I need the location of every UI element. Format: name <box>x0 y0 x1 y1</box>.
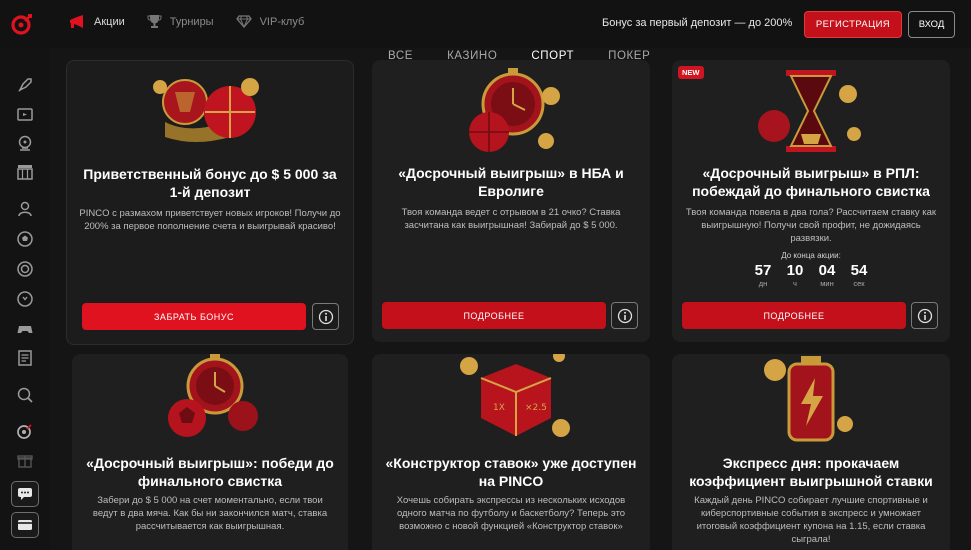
details-button[interactable]: ПОДРОБНЕЕ <box>382 302 606 329</box>
info-button[interactable] <box>312 303 339 330</box>
details-button[interactable]: ПОДРОБНЕЕ <box>682 302 906 329</box>
info-button[interactable] <box>611 302 638 329</box>
nav-tournaments-label: Турниры <box>169 15 214 28</box>
card-description: Забери до $ 5 000 на счет моментально, е… <box>92 495 328 532</box>
new-badge: NEW <box>678 66 704 79</box>
battery-art <box>751 354 871 446</box>
promo-card: «Досрочный выигрыш» в НБА и Евролиге Тво… <box>372 60 650 342</box>
countdown-hours: 10 ч <box>786 262 804 289</box>
card-title: «Конструктор ставок» уже доступен на PIN… <box>385 455 637 489</box>
chat-icon[interactable] <box>11 481 39 507</box>
stopwatch-icon[interactable] <box>14 288 36 310</box>
promo-card: 1X ×2.5 «Конструктор ставок» уже доступе… <box>372 354 650 550</box>
promo-card: Приветственный бонус до $ 5 000 за 1-й д… <box>66 60 354 345</box>
svg-text:×2.5: ×2.5 <box>525 403 547 413</box>
nav-vip[interactable]: VIP-клуб <box>235 15 305 28</box>
promo-card: NEW «Досрочный выигрыш» в РПЛ: побеждай … <box>672 60 950 342</box>
dealer-icon[interactable] <box>14 198 36 220</box>
info-icon <box>617 308 632 323</box>
rocket-icon[interactable] <box>14 74 36 96</box>
page: Акции Турниры VIP-клуб Бонус за первый д… <box>0 0 971 550</box>
register-button[interactable]: РЕГИСТРАЦИЯ <box>804 11 902 38</box>
card-title: Экспресс дня: прокачаем коэффициент выиг… <box>689 455 933 489</box>
promo-card: «Досрочный выигрыш»: победи до финальног… <box>72 354 348 550</box>
countdown-timer: 57 дн 10 ч 04 мин 54 сек <box>672 262 950 289</box>
nav-promotions[interactable]: Акции <box>68 14 125 29</box>
trophy-icon <box>147 14 162 29</box>
balls-trophy-art <box>135 67 285 157</box>
gamepad-icon[interactable] <box>14 318 36 340</box>
login-button[interactable]: ВХОД <box>908 11 955 38</box>
puzzle-cube-art: 1X ×2.5 <box>441 354 581 446</box>
card-description: Твоя команда ведет с отрывом в 21 очко? … <box>401 207 621 231</box>
tv-icon[interactable] <box>14 103 36 125</box>
claim-bonus-button[interactable]: ЗАБРАТЬ БОНУС <box>82 303 306 330</box>
countdown-days: 57 дн <box>754 262 772 289</box>
top-nav: Акции Турниры VIP-клуб <box>68 14 304 29</box>
slot-machine-icon[interactable] <box>14 161 36 183</box>
diamond-icon <box>235 15 252 28</box>
svg-text:1X: 1X <box>493 403 505 413</box>
magnifier-icon[interactable] <box>14 384 36 406</box>
card-description: Хочешь собирать экспрессы из нескольких … <box>396 495 626 532</box>
stopwatch-football-art <box>145 354 275 444</box>
soccer-icon[interactable] <box>14 228 36 250</box>
top-header: Акции Турниры VIP-клуб Бонус за первый д… <box>0 0 971 48</box>
roulette-icon[interactable] <box>14 132 36 154</box>
gift-icon[interactable] <box>14 449 36 471</box>
target-icon[interactable] <box>14 258 36 280</box>
countdown-label: До конца акции: <box>781 251 841 260</box>
nav-tournaments[interactable]: Турниры <box>147 14 214 29</box>
sidebar <box>0 48 50 550</box>
card-title: «Досрочный выигрыш» в НБА и Евролиге <box>398 165 624 199</box>
newspaper-icon[interactable] <box>14 347 36 369</box>
nav-vip-label: VIP-клуб <box>259 15 305 28</box>
countdown-minutes: 04 мин <box>818 262 836 289</box>
stopwatch-basketball-art <box>441 66 581 158</box>
countdown-seconds: 54 сек <box>850 262 868 289</box>
info-button[interactable] <box>911 302 938 329</box>
promo-card: Экспресс дня: прокачаем коэффициент выиг… <box>672 354 950 550</box>
nav-promotions-label: Акции <box>94 15 125 28</box>
logo-icon[interactable] <box>10 12 34 36</box>
info-icon <box>917 308 932 323</box>
card-title: «Досрочный выигрыш»: победи до финальног… <box>86 455 334 489</box>
hourglass-art <box>746 64 876 158</box>
deposit-bonus-text: Бонус за первый депозит — до 200% <box>602 17 793 29</box>
card-icon[interactable] <box>11 512 39 538</box>
card-description: Каждый день PINCO собирает лучшие спорти… <box>694 495 928 545</box>
megaphone-icon <box>68 14 86 29</box>
card-title: «Досрочный выигрыш» в РПЛ: побеждай до ф… <box>692 165 930 199</box>
card-title: Приветственный бонус до $ 5 000 за 1-й д… <box>83 166 337 200</box>
dart-icon[interactable] <box>14 420 36 442</box>
card-description: Твоя команда повела в два гола? Рассчита… <box>685 207 937 244</box>
card-description: PINCO с размахом приветствует новых игро… <box>79 208 341 232</box>
info-icon <box>318 309 333 324</box>
